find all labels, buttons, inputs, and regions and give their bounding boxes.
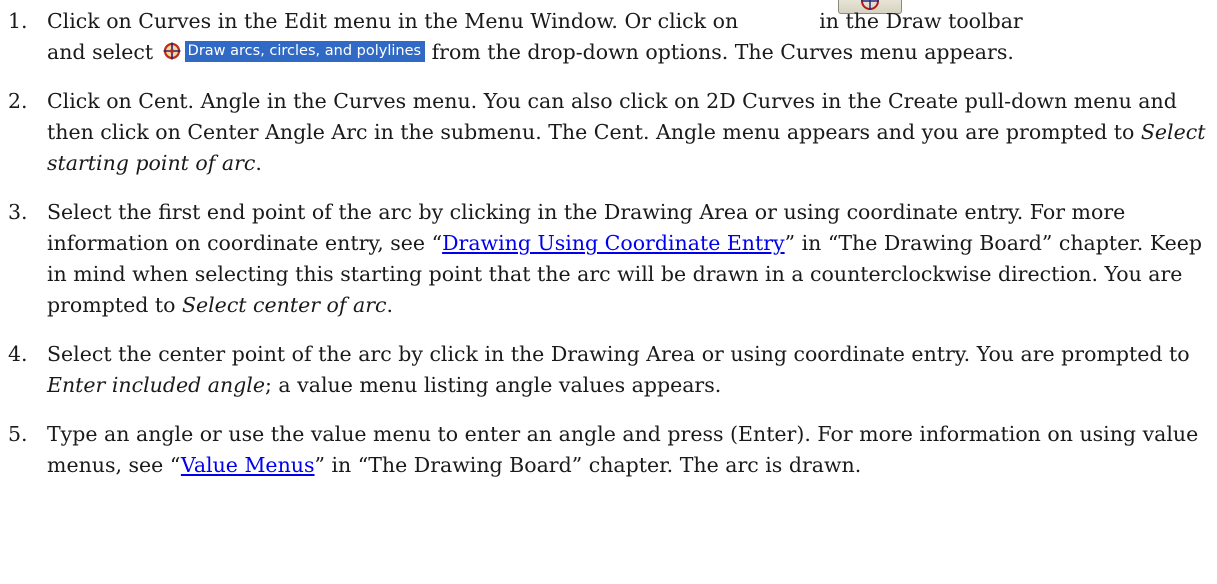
value-menus-link[interactable]: Value Menus [181,453,315,477]
prompt-text: Select center of arc [181,293,387,317]
step-2: 2. Click on Cent. Angle in the Curves me… [0,86,1210,179]
coordinate-entry-link[interactable]: Drawing Using Coordinate Entry [442,231,785,255]
step-text: ” in “The Drawing Board” chapter. The ar… [314,453,862,477]
step-text: in the Draw toolbar [819,9,1023,33]
procedure-steps: 1. Click on Curves in the Edit menu in t… [0,6,1210,499]
dropdown-option-label: Draw arcs, circles, and polylines [184,40,426,62]
step-text: Select the center point of the arc by cl… [47,342,1190,366]
prompt-text: Enter included angle [47,373,265,397]
step-1: 1. Click on Curves in the Edit menu in t… [0,6,1210,68]
step-number: 4. [8,342,28,366]
step-number: 1. [8,9,28,33]
draw-toolbar-button-slot [745,8,813,28]
step-text: Click on Curves in the Edit menu in the … [47,9,739,33]
step-number: 5. [8,422,28,446]
dropdown-option-draw-arcs: Draw arcs, circles, and polylines [162,40,426,62]
step-text: ; a value menu listing angle values appe… [264,373,722,397]
step-text: and select [47,40,154,64]
step-text: Click on Cent. Angle in the Curves menu.… [47,89,1177,144]
arcs-circles-polylines-icon [163,42,181,60]
step-3: 3. Select the first end point of the arc… [0,197,1210,321]
step-number: 2. [8,89,28,113]
step-text-end: . [386,293,394,317]
step-text-end: . [255,151,262,175]
step-4: 4. Select the center point of the arc by… [0,339,1210,401]
step-text: from the drop-down options. The Curves m… [431,40,1014,64]
step-number: 3. [8,200,28,224]
step-5: 5. Type an angle or use the value menu t… [0,419,1210,481]
